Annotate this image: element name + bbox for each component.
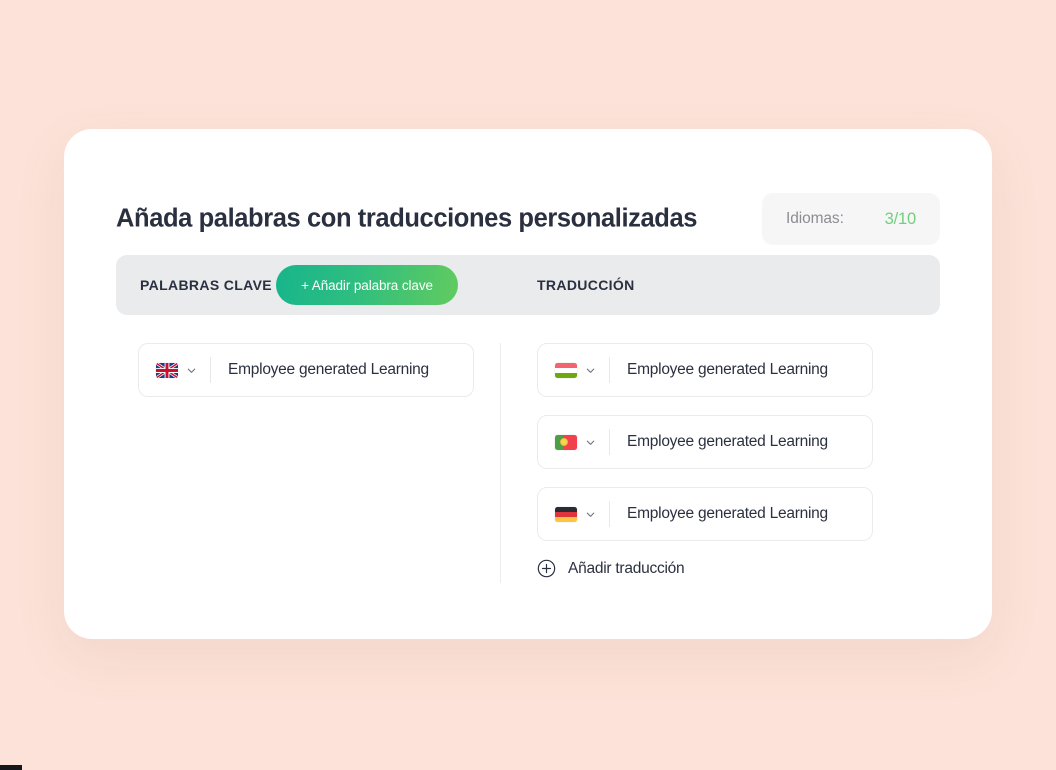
add-translation-label: Añadir traducción xyxy=(568,559,685,577)
chevron-down-icon xyxy=(586,440,595,445)
languages-badge: Idiomas: 3/10 xyxy=(762,193,940,245)
keyword-translation-card: Añada palabras con traducciones personal… xyxy=(64,129,992,639)
languages-label: Idiomas: xyxy=(786,210,844,227)
language-selector[interactable] xyxy=(538,344,609,396)
page-title: Añada palabras con traducciones personal… xyxy=(116,204,698,233)
language-selector[interactable] xyxy=(538,416,609,468)
keyword-input[interactable]: Employee generated Learning xyxy=(211,361,429,379)
bottom-edge-sliver xyxy=(0,765,22,770)
de-flag-icon xyxy=(555,506,577,522)
hu-flag-icon xyxy=(555,362,577,378)
translation-input[interactable]: Employee generated Learning xyxy=(610,433,828,451)
translation-column: Employee generated Learning Employee gen… xyxy=(537,343,873,578)
translation-row[interactable]: Employee generated Learning xyxy=(537,487,873,541)
translation-input[interactable]: Employee generated Learning xyxy=(610,361,828,379)
translation-row[interactable]: Employee generated Learning xyxy=(537,415,873,469)
tab-bar: PALABRAS CLAVE + Añadir palabra clave TR… xyxy=(116,255,940,315)
language-selector[interactable] xyxy=(538,488,609,540)
languages-count: 3/10 xyxy=(884,209,917,228)
columns-area: Employee generated Learning Employee gen… xyxy=(64,343,992,623)
plus-circle-icon xyxy=(537,559,556,578)
add-translation-button[interactable]: Añadir traducción xyxy=(537,559,685,578)
add-keyword-button[interactable]: + Añadir palabra clave xyxy=(276,265,458,305)
chevron-down-icon xyxy=(586,368,595,373)
keyword-row[interactable]: Employee generated Learning xyxy=(138,343,474,397)
card-header: Añada palabras con traducciones personal… xyxy=(116,193,940,245)
tab-keywords[interactable]: PALABRAS CLAVE xyxy=(140,277,272,293)
chevron-down-icon xyxy=(187,368,196,373)
column-divider xyxy=(500,343,501,583)
keyword-column: Employee generated Learning xyxy=(138,343,474,415)
pt-flag-icon xyxy=(555,434,577,450)
tab-translation[interactable]: TRADUCCIÓN xyxy=(537,277,635,293)
translation-row[interactable]: Employee generated Learning xyxy=(537,343,873,397)
page-canvas: Añada palabras con traducciones personal… xyxy=(0,0,1056,770)
translation-input[interactable]: Employee generated Learning xyxy=(610,505,828,523)
language-selector[interactable] xyxy=(139,344,210,396)
chevron-down-icon xyxy=(586,512,595,517)
gb-flag-icon xyxy=(156,362,178,378)
